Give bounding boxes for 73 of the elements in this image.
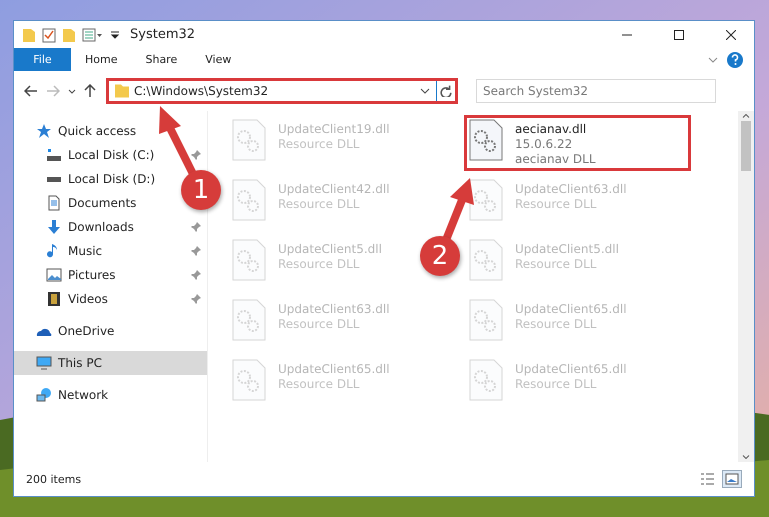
- help-icon: [726, 50, 744, 68]
- up-button[interactable]: [82, 82, 98, 100]
- arrow-left-icon: [24, 85, 38, 97]
- search-field[interactable]: Search System32: [476, 79, 716, 103]
- recent-locations-button[interactable]: [66, 86, 78, 96]
- folder-icon: [114, 84, 130, 98]
- minimize-icon: [622, 34, 632, 36]
- sidebar-item[interactable]: Music: [14, 239, 207, 263]
- sidebar-item[interactable]: OneDrive: [14, 319, 120, 343]
- chevron-down-icon: [420, 88, 430, 94]
- ribbon-tab[interactable]: Share: [131, 48, 192, 71]
- drive-icon: [46, 176, 62, 182]
- checklist-icon: [42, 26, 56, 42]
- sidebar-item[interactable]: Quick access: [14, 119, 142, 143]
- document-icon: [46, 195, 62, 211]
- sidebar-item[interactable]: Downloads: [14, 215, 207, 239]
- properties-icon: [82, 26, 104, 42]
- ribbon-tab[interactable]: View: [191, 48, 246, 71]
- chevron-down-icon: [708, 56, 718, 62]
- window-title: System32: [130, 27, 196, 42]
- back-button[interactable]: [22, 83, 40, 99]
- pin-icon: [191, 270, 201, 280]
- pin-icon: [191, 222, 201, 232]
- dll-file-icon: [469, 239, 503, 281]
- ribbon-tab[interactable]: File: [14, 48, 71, 71]
- details-view-button[interactable]: [698, 471, 716, 487]
- pin-icon: [191, 150, 201, 160]
- dll-file-icon: [469, 119, 503, 161]
- large-icons-view-button[interactable]: [722, 470, 742, 488]
- chevron-down-icon: [68, 88, 76, 94]
- dll-file-icon: [232, 359, 266, 401]
- sidebar-item[interactable]: This PC: [14, 351, 207, 375]
- folder-icon: [62, 26, 76, 42]
- pin-icon: [191, 294, 201, 304]
- maximize-icon: [674, 30, 684, 40]
- item-count: 200 items: [26, 472, 82, 486]
- drive-icon: [46, 147, 62, 163]
- sidebar-item[interactable]: Local Disk (D:): [14, 167, 162, 191]
- image-icon: [46, 267, 62, 283]
- scrollbar-thumb[interactable]: [741, 121, 751, 171]
- dll-file-icon: [469, 299, 503, 341]
- download-icon: [46, 219, 62, 235]
- ribbon-tab[interactable]: Home: [71, 48, 132, 71]
- star-icon: [36, 123, 52, 139]
- dll-file-icon: [232, 239, 266, 281]
- sidebar-item[interactable]: Network: [14, 383, 114, 407]
- sidebar-item[interactable]: Pictures: [14, 263, 207, 287]
- monitor-icon: [36, 355, 52, 371]
- scrollbar[interactable]: [738, 111, 754, 462]
- folder-icon: [22, 26, 36, 42]
- sidebar-item[interactable]: Local Disk (C:): [14, 143, 207, 167]
- arrow-right-icon: [46, 85, 60, 97]
- sidebar-item[interactable]: Videos: [14, 287, 207, 311]
- sidebar-item[interactable]: Documents: [14, 191, 142, 215]
- close-icon: [726, 30, 736, 40]
- arrow-up-icon: [84, 84, 96, 98]
- address-bar[interactable]: C:\Windows\System32: [106, 78, 458, 104]
- callout-arrow: [442, 178, 474, 242]
- file-item[interactable]: aecianav.dll 15.0.6.22 aecianav DLL: [464, 115, 691, 171]
- network-icon: [36, 387, 52, 403]
- image-icon: [725, 473, 739, 485]
- chevron-down-icon: [742, 455, 750, 459]
- dll-file-icon: [469, 359, 503, 401]
- chevron-up-icon: [742, 114, 750, 118]
- refresh-icon: [440, 85, 452, 97]
- pin-icon: [191, 246, 201, 256]
- dll-file-icon: [232, 119, 266, 161]
- dll-file-icon: [469, 179, 503, 221]
- dll-file-icon: [232, 179, 266, 221]
- dll-file-icon: [232, 299, 266, 341]
- dropdown-icon: [110, 30, 120, 40]
- list-icon: [700, 473, 714, 485]
- film-icon: [46, 291, 62, 307]
